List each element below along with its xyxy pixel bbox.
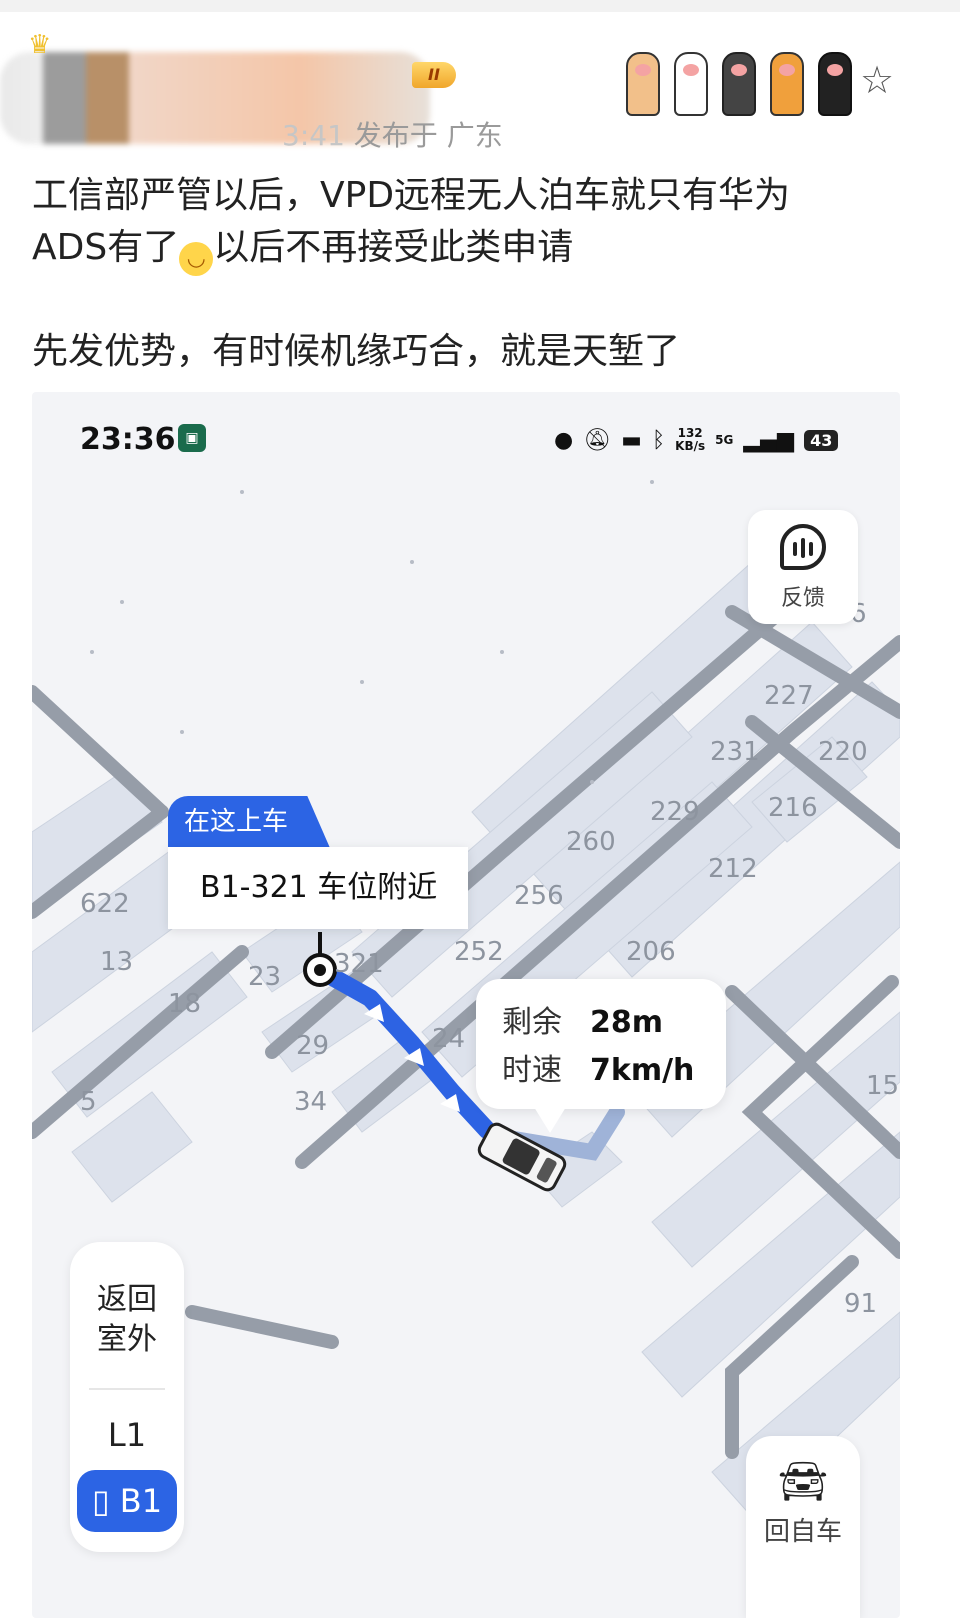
network-type: 5G bbox=[715, 432, 734, 447]
net-speed-unit: KB/s bbox=[675, 439, 706, 453]
smile-emoji-icon: ◡ bbox=[179, 242, 214, 276]
floor-b1-label: B1 bbox=[119, 1482, 163, 1520]
signal-icon: ▂▄▆ bbox=[743, 427, 795, 453]
spot-label: 15 bbox=[866, 1071, 899, 1101]
spot-label: 212 bbox=[708, 854, 758, 884]
paw-icon bbox=[721, 20, 757, 116]
back-outdoor-label: 返回室外 bbox=[97, 1282, 157, 1357]
post-body: 工信部严管以后，VPD远程无人泊车就只有华为 ADS有了 ◡ 以后不再接受此类申请 … bbox=[32, 170, 912, 378]
spot-label: 256 bbox=[514, 881, 564, 911]
spot-label: 231 bbox=[710, 737, 760, 767]
pickup-here-tag: 在这上车 bbox=[168, 796, 330, 848]
app-notification-icon: ▣ bbox=[178, 424, 206, 452]
floor-divider bbox=[89, 1388, 165, 1390]
paw-icon bbox=[673, 20, 709, 116]
spot-label: 260 bbox=[566, 827, 616, 857]
post-meta: 3:41 发布于 广东 bbox=[282, 114, 503, 154]
post-time: 3:41 bbox=[282, 119, 345, 152]
battery-level: 43 bbox=[804, 429, 839, 451]
spot-label: 91 bbox=[844, 1289, 877, 1319]
spot-label: 227 bbox=[764, 681, 814, 711]
phone-icon: ▯ bbox=[91, 1482, 110, 1520]
spot-label: 5 bbox=[80, 1087, 97, 1117]
spot-label: 23 bbox=[248, 962, 281, 992]
floor-selector: 返回室外 L1 ▯ B1 bbox=[70, 1242, 184, 1552]
net-speed: 132 KB/s bbox=[675, 427, 705, 453]
spot-label: 206 bbox=[626, 937, 676, 967]
spot-label: 229 bbox=[650, 797, 700, 827]
feedback-icon bbox=[780, 524, 826, 570]
remaining-row: 剩余 28m bbox=[502, 999, 726, 1047]
back-to-car-label: 回自车 bbox=[763, 1517, 842, 1547]
remaining-value: 28m bbox=[590, 1005, 664, 1040]
top-divider bbox=[0, 0, 960, 12]
spot-label: 220 bbox=[818, 737, 868, 767]
back-to-car-button[interactable]: 🚘︎ 回自车 bbox=[746, 1436, 860, 1618]
net-speed-value: 132 bbox=[677, 426, 703, 440]
paw-icon bbox=[625, 20, 661, 116]
post-location: 发布于 广东 bbox=[353, 119, 503, 152]
bluetooth-icon: ᛒ bbox=[651, 427, 666, 453]
post-line-part: ADS有了 bbox=[32, 227, 180, 268]
crown-icon: ♛ bbox=[28, 30, 52, 60]
back-outdoor-button[interactable]: 返回室外 bbox=[70, 1280, 184, 1360]
spot-label: 321 bbox=[334, 949, 384, 979]
floor-b1-button[interactable]: ▯ B1 bbox=[77, 1470, 177, 1532]
spot-label: 622 bbox=[80, 889, 130, 919]
speed-row: 时速 7km/h bbox=[502, 1047, 726, 1095]
mute-icon: 🔕︎ bbox=[583, 427, 612, 453]
pickup-location-card[interactable]: B1-321 车位附近 bbox=[168, 847, 468, 929]
post-line-part: 以后不再接受此类申请 bbox=[213, 227, 574, 268]
speed-label: 时速 bbox=[502, 1053, 562, 1088]
spot-label: 34 bbox=[294, 1087, 327, 1117]
spot-label: 18 bbox=[168, 989, 201, 1019]
feedback-button[interactable]: 反馈 bbox=[748, 510, 858, 624]
spot-label: 24 bbox=[432, 1024, 465, 1054]
status-time: 23:36 bbox=[80, 422, 176, 457]
spot-label: 252 bbox=[454, 937, 504, 967]
spot-label: 216 bbox=[768, 793, 818, 823]
status-icons: ● 🔕︎ ▬ ᛒ 132 KB/s 5G ▂▄▆ 43 bbox=[554, 420, 839, 460]
post-line: 工信部严管以后，VPD远程无人泊车就只有华为 bbox=[32, 175, 791, 216]
location-icon: ● bbox=[554, 427, 574, 453]
paw-icon bbox=[817, 20, 853, 116]
paw-icon bbox=[769, 20, 805, 116]
pickup-pin-dot bbox=[314, 964, 326, 976]
post-line: ADS有了 ◡ 以后不再接受此类申请 bbox=[32, 222, 912, 276]
spot-label: 29 bbox=[296, 1031, 329, 1061]
spot-label: 13 bbox=[100, 947, 133, 977]
bed-icon: ▬ bbox=[621, 427, 642, 453]
floor-l1-button[interactable]: L1 bbox=[70, 1416, 184, 1454]
vip-badge: II bbox=[412, 62, 456, 88]
star-icon[interactable]: ☆ bbox=[860, 58, 894, 102]
feedback-label: 反馈 bbox=[780, 586, 825, 611]
speed-value: 7km/h bbox=[590, 1053, 695, 1088]
map-screenshot[interactable]: 227 231 220 229 216 260 212 256 252 206 … bbox=[32, 392, 900, 1618]
trip-info-card: 剩余 28m 时速 7km/h bbox=[476, 979, 726, 1133]
car-icon: 🚘︎ bbox=[777, 1459, 829, 1505]
remaining-label: 剩余 bbox=[502, 1005, 562, 1040]
post-line: 先发优势，有时候机缘巧合，就是天堑了 bbox=[32, 331, 681, 372]
